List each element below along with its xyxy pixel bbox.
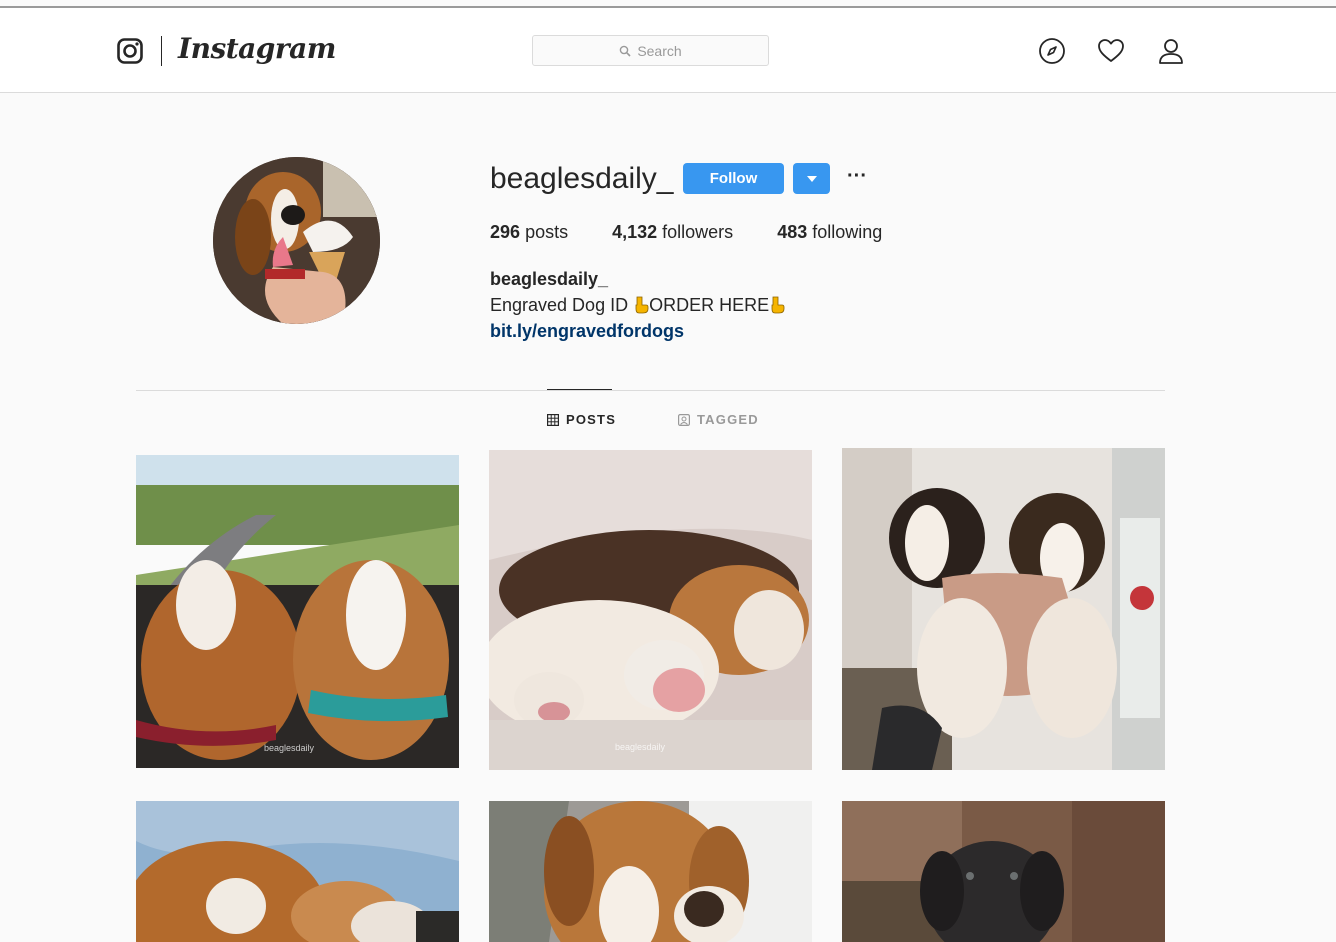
posts-count: 296: [490, 222, 521, 242]
bio-text-part1: Engraved Dog ID: [490, 295, 634, 315]
post-thumbnail[interactable]: [136, 801, 459, 942]
search-placeholder: Search: [637, 42, 682, 59]
followers-count-stat[interactable]: 4,132 followers: [612, 222, 733, 243]
post-image-beagle-blanket: [136, 801, 459, 942]
post-image-beagles-car: [136, 455, 459, 768]
chevron-down-icon: [806, 175, 817, 182]
bio-external-link[interactable]: bit.ly/engravedfordogs: [490, 321, 684, 341]
logo-separator: [161, 36, 162, 66]
follow-button[interactable]: Follow: [683, 163, 784, 194]
post-image-sleeping-beagle: [489, 450, 812, 770]
following-label: following: [812, 222, 883, 242]
profile-avatar[interactable]: [213, 157, 380, 324]
following-count: 483: [777, 222, 808, 242]
bio-text-line: Engraved Dog ID ORDER HERE: [490, 292, 785, 318]
user-profile-icon[interactable]: [1157, 37, 1185, 65]
post-thumbnail[interactable]: beaglesdaily: [136, 455, 459, 768]
active-tab-indicator: [547, 389, 612, 390]
tab-tagged[interactable]: TAGGED: [678, 412, 759, 427]
followers-count: 4,132: [612, 222, 658, 242]
followers-label: followers: [662, 222, 734, 242]
instagram-wordmark[interactable]: Instagram: [178, 32, 336, 65]
post-image-black-puppy: [842, 801, 1165, 942]
profile-bio: beaglesdaily_ Engraved Dog ID ORDER HERE…: [490, 266, 785, 344]
search-input[interactable]: Search: [532, 35, 769, 66]
bio-full-name: beaglesdaily_: [490, 269, 609, 289]
post-thumbnail[interactable]: [842, 801, 1165, 942]
post-watermark: beaglesdaily: [264, 743, 315, 753]
avatar-beagle-image: [213, 157, 380, 324]
post-image-beagle-paw: [489, 801, 812, 942]
tab-posts[interactable]: POSTS: [547, 412, 616, 427]
tagged-person-icon: [678, 413, 690, 426]
suggested-accounts-dropdown-button[interactable]: [793, 163, 830, 194]
post-thumbnail[interactable]: beaglesdaily: [489, 450, 812, 770]
grid-icon: [547, 413, 559, 426]
search-icon: [620, 45, 631, 57]
profile-username: beaglesdaily_: [490, 162, 674, 195]
instagram-camera-icon[interactable]: [117, 38, 143, 64]
tab-tagged-label: TAGGED: [697, 412, 759, 427]
pointing-down-emoji-icon: [635, 296, 649, 314]
following-count-stat[interactable]: 483 following: [777, 222, 882, 243]
posts-label: posts: [525, 222, 569, 242]
top-navigation-bar: Instagram Search: [0, 8, 1336, 93]
more-options-button[interactable]: ···: [845, 164, 869, 192]
bio-text-part2: ORDER HERE: [649, 295, 770, 315]
profile-stats: 296 posts 4,132 followers 483 following: [490, 222, 926, 243]
pointing-down-emoji-icon: [771, 296, 785, 314]
post-image-two-puppies: [842, 448, 1165, 770]
heart-activity-icon[interactable]: [1097, 37, 1125, 65]
post-thumbnail[interactable]: [842, 448, 1165, 770]
post-watermark: beaglesdaily: [615, 742, 666, 752]
tab-posts-label: POSTS: [566, 412, 617, 427]
post-thumbnail[interactable]: [489, 801, 812, 942]
posts-count-stat: 296 posts: [490, 222, 568, 243]
tabs-divider: [136, 390, 1165, 391]
explore-compass-icon[interactable]: [1038, 37, 1066, 65]
